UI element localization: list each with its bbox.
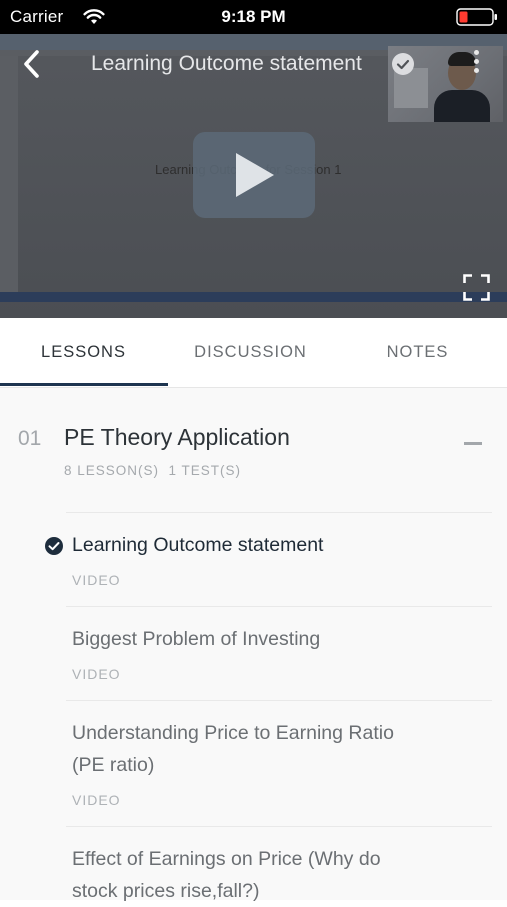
lesson-title-line1: Understanding Price to Earning Ratio — [72, 722, 394, 744]
section-number: 01 — [18, 427, 42, 450]
lesson-item[interactable]: Effect of Earnings on Price (Why do stoc… — [66, 826, 492, 902]
lesson-type: VIDEO — [72, 572, 121, 588]
video-player[interactable]: Learning Outcome for Session 1 Learning … — [0, 34, 507, 318]
lesson-title: Biggest Problem of Investing — [72, 628, 321, 650]
lesson-item[interactable]: Learning Outcome statement VIDEO — [66, 512, 492, 606]
lesson-title-line2: stock prices rise,fall?) — [72, 880, 260, 902]
lesson-item[interactable]: Biggest Problem of Investing VIDEO — [66, 606, 492, 700]
more-dot — [473, 59, 479, 64]
lesson-title-line1: Effect of Earnings on Price (Why do — [72, 848, 381, 870]
tab-bar: LESSONS DISCUSSION NOTES — [0, 318, 507, 388]
presenter-body — [434, 90, 490, 122]
status-time: 9:18 PM — [221, 7, 286, 26]
lesson-item[interactable]: Understanding Price to Earning Ratio (PE… — [66, 700, 492, 826]
chevron-left-icon — [24, 50, 39, 78]
play-icon — [236, 153, 274, 197]
battery-icon — [456, 8, 497, 26]
fullscreen-icon — [463, 274, 490, 301]
slide-left-panel — [0, 56, 18, 292]
status-bar: Carrier 9:18 PM — [0, 0, 507, 34]
more-dot — [473, 68, 479, 73]
active-tab-indicator — [0, 383, 168, 386]
lesson-title-line2: (PE ratio) — [72, 754, 155, 776]
lesson-type: VIDEO — [72, 792, 121, 808]
back-button[interactable] — [20, 49, 44, 79]
tab-discussion[interactable]: DISCUSSION — [167, 318, 334, 386]
video-title: Learning Outcome statement — [91, 52, 362, 75]
slide-taskbar — [0, 292, 507, 302]
more-vertical-icon — [473, 50, 479, 55]
play-button[interactable] — [193, 132, 315, 218]
completed-check-icon — [392, 53, 414, 75]
tab-lessons[interactable]: LESSONS — [0, 318, 167, 386]
section-title[interactable]: PE Theory Application — [64, 424, 290, 451]
more-options-button[interactable] — [470, 48, 482, 78]
fullscreen-button[interactable] — [463, 274, 490, 301]
tab-notes[interactable]: NOTES — [334, 318, 501, 386]
lesson-type: VIDEO — [72, 666, 121, 682]
minus-icon[interactable] — [464, 442, 482, 445]
lesson-completed-check-icon — [45, 537, 63, 555]
lesson-title: Learning Outcome statement — [72, 534, 324, 556]
section-meta: 8 LESSON(S) 1 TEST(S) — [64, 463, 242, 478]
lessons-list: 01 PE Theory Application 8 LESSON(S) 1 T… — [0, 388, 507, 902]
